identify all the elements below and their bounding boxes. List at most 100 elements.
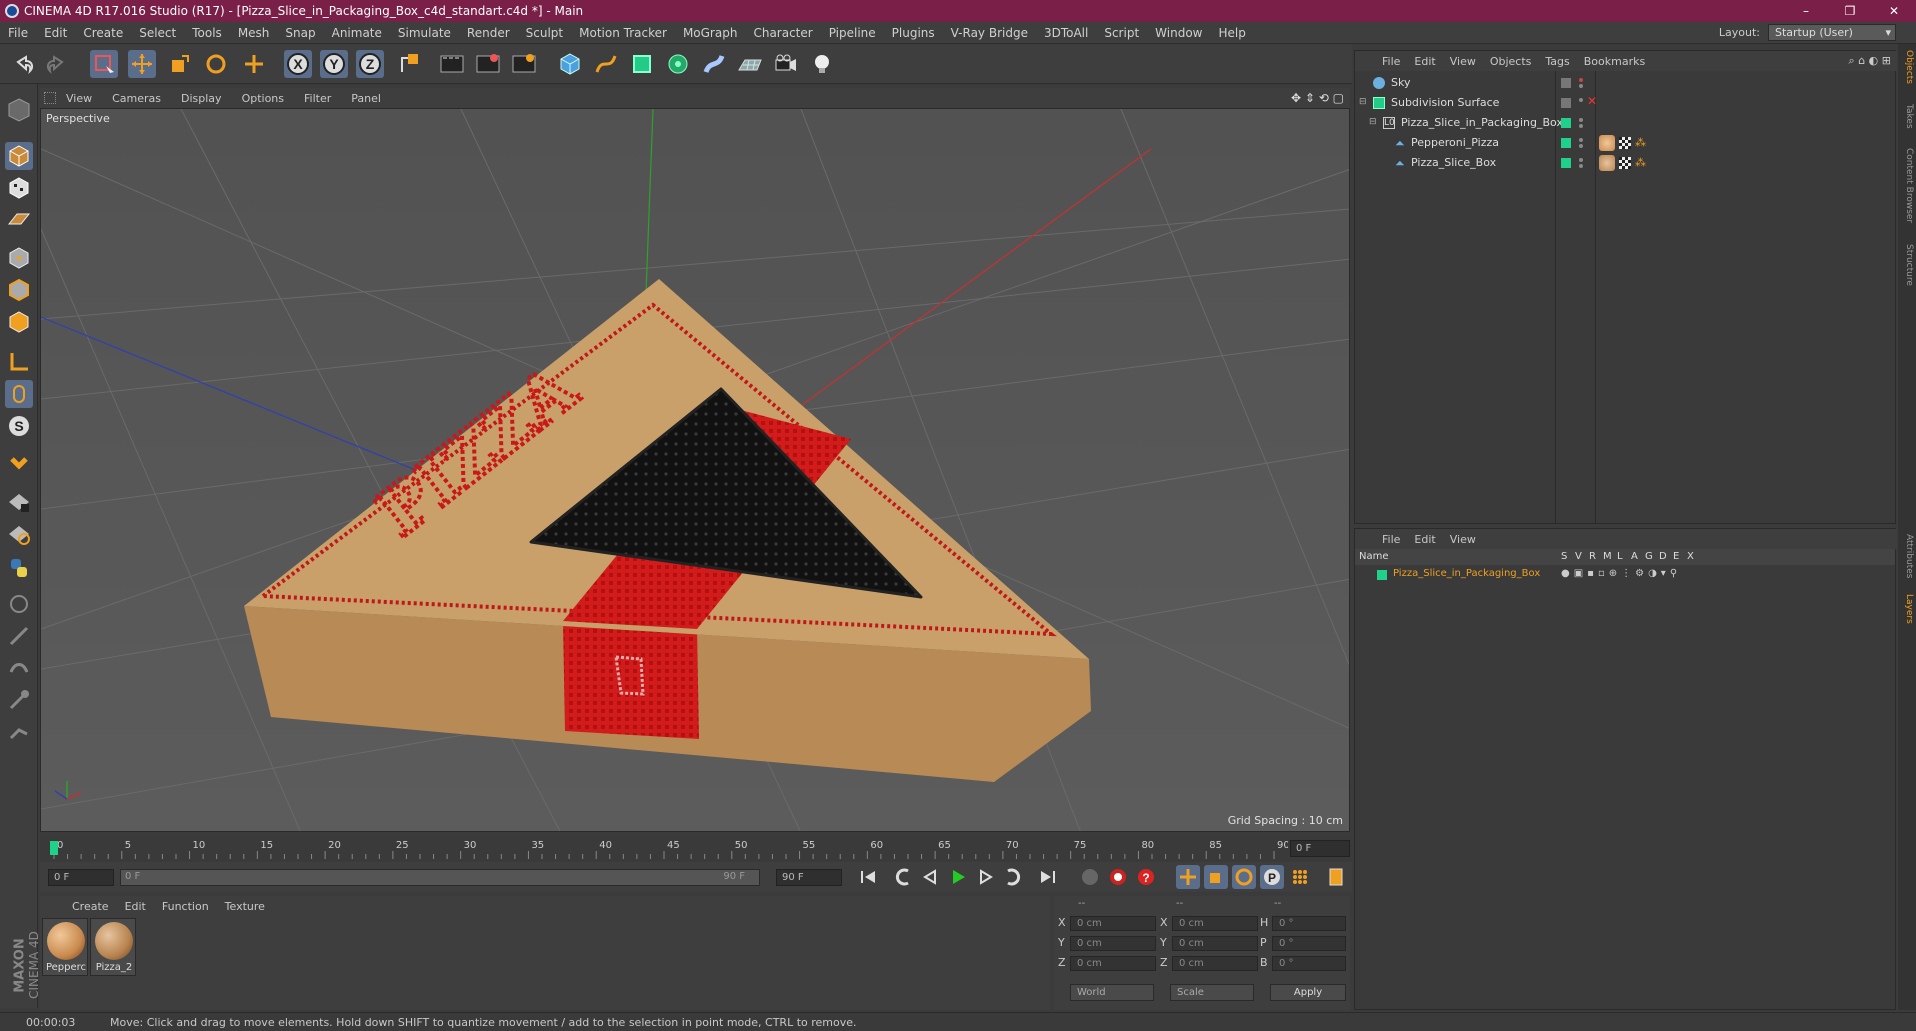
y-axis-icon[interactable]: Y [320, 50, 348, 78]
viewport-menu-cameras[interactable]: Cameras [102, 92, 171, 105]
layer-menu-file[interactable]: File [1375, 533, 1407, 546]
scale-icon[interactable] [166, 50, 194, 78]
world-coord-icon[interactable] [396, 50, 424, 78]
timeline-ruler[interactable]: 0 5 10 15 20 25 30 35 40 45 50 55 60 65 70 75 80 85 90 0 F [40, 835, 1352, 861]
render-view-icon[interactable] [438, 50, 466, 78]
live-selection-icon[interactable] [90, 50, 118, 78]
prev-frame-icon[interactable] [918, 865, 942, 889]
range-slider[interactable]: 0 F 90 F [120, 869, 760, 886]
perspective-viewport[interactable]: PIZZA Perspective Grid Spacing : 10 cm [40, 108, 1350, 832]
layer-toggle-icons[interactable]: ●▣▪▫⊕⋮⚙◑▾⚲ [1561, 568, 1681, 579]
coord-pos-y-field[interactable]: 0 cm [1070, 936, 1156, 951]
goto-end-icon[interactable] [1036, 865, 1060, 889]
object-row-subdivision[interactable]: ⊟ Subdivision Surface ✕ [1355, 93, 1895, 113]
key-position-icon[interactable] [1176, 865, 1200, 889]
visibility-dot[interactable] [1579, 138, 1583, 142]
render-active-icon[interactable] [474, 50, 502, 78]
rotate-icon[interactable] [202, 50, 230, 78]
magnet-icon[interactable] [5, 452, 33, 480]
tab-takes[interactable]: Takes [1900, 104, 1914, 129]
object-row-sky[interactable]: Sky [1355, 73, 1895, 93]
collapse-icon[interactable]: ⊟ [1369, 117, 1377, 127]
tab-content-browser[interactable]: Content Browser [1900, 148, 1914, 223]
menu-mesh[interactable]: Mesh [230, 26, 278, 40]
tweak-mode-icon[interactable] [5, 380, 33, 408]
material-tag-icon[interactable] [1599, 135, 1615, 151]
object-row-pepperoni[interactable]: ⏶ Pepperoni_Pizza ⁂ [1355, 133, 1895, 153]
camera-icon[interactable] [772, 50, 800, 78]
menu-animate[interactable]: Animate [324, 26, 390, 40]
menu-vray-bridge[interactable]: V-Ray Bridge [943, 26, 1036, 40]
lock-workplane-icon[interactable] [5, 520, 33, 548]
layer-color-icon[interactable] [1377, 570, 1387, 580]
coord-rot-b-field[interactable]: 0 ° [1272, 956, 1346, 971]
coord-size-z-field[interactable]: 0 cm [1172, 956, 1258, 971]
coord-world-dropdown[interactable]: World [1070, 984, 1154, 1001]
layer-icon[interactable] [1561, 78, 1571, 88]
layer-menu-view[interactable]: View [1443, 533, 1483, 546]
layer-color-icon[interactable] [1561, 118, 1571, 128]
pen-spline-icon[interactable] [592, 50, 620, 78]
render-dot[interactable] [1579, 144, 1583, 148]
play-icon[interactable] [946, 865, 970, 889]
viewport-menu-filter[interactable]: Filter [294, 92, 341, 105]
z-axis-icon[interactable]: Z [356, 50, 384, 78]
layer-icon[interactable] [1561, 98, 1571, 108]
material-menu-function[interactable]: Function [154, 900, 217, 913]
sculpt-brush-icon[interactable] [5, 590, 33, 618]
goto-start-icon[interactable] [856, 865, 880, 889]
menu-select[interactable]: Select [131, 26, 184, 40]
bridge-icon[interactable] [5, 654, 33, 682]
material-menu-create[interactable]: Create [64, 900, 117, 913]
layer-row[interactable]: Pizza_Slice_in_Packaging_Box ●▣▪▫⊕⋮⚙◑▾⚲ [1355, 567, 1895, 583]
prev-key-icon[interactable] [892, 865, 916, 889]
coord-apply-button[interactable]: Apply [1270, 984, 1346, 1001]
current-frame-field[interactable]: 0 F [1290, 840, 1350, 857]
coord-rot-h-field[interactable]: 0 ° [1272, 916, 1346, 931]
object-menu-view[interactable]: View [1443, 55, 1483, 68]
coord-size-x-field[interactable]: 0 cm [1172, 916, 1258, 931]
x-axis-icon[interactable]: X [284, 50, 312, 78]
python-icon[interactable] [5, 554, 33, 582]
key-scale-icon[interactable] [1204, 865, 1228, 889]
menu-render[interactable]: Render [459, 26, 518, 40]
brush-icon[interactable] [5, 686, 33, 714]
collapse-icon[interactable]: ⊟ [1359, 97, 1367, 107]
object-menu-objects[interactable]: Objects [1483, 55, 1539, 68]
visibility-dot[interactable] [1579, 78, 1583, 82]
menu-simulate[interactable]: Simulate [390, 26, 459, 40]
object-menu-tags[interactable]: Tags [1538, 55, 1576, 68]
next-frame-icon[interactable] [974, 865, 998, 889]
menu-script[interactable]: Script [1096, 26, 1147, 40]
tab-attributes[interactable]: Attributes [1900, 534, 1914, 578]
material-swatch[interactable]: Pepperc [42, 918, 88, 976]
redo-icon[interactable] [42, 50, 70, 78]
menu-create[interactable]: Create [75, 26, 131, 40]
layer-menu-edit[interactable]: Edit [1407, 533, 1442, 546]
floor-icon[interactable] [736, 50, 764, 78]
next-key-icon[interactable] [1000, 865, 1024, 889]
uvw-tag-icon[interactable] [1619, 137, 1631, 149]
key-pla-icon[interactable] [1288, 865, 1312, 889]
polygons-mode-icon[interactable] [5, 308, 33, 336]
key-rotation-icon[interactable] [1232, 865, 1256, 889]
make-editable-icon[interactable] [5, 96, 33, 124]
render-settings-icon[interactable] [510, 50, 538, 78]
coord-size-y-field[interactable]: 0 cm [1172, 936, 1258, 951]
edges-mode-icon[interactable] [5, 276, 33, 304]
move-icon[interactable] [128, 50, 156, 78]
enable-axis-icon[interactable] [5, 488, 33, 516]
visibility-dot[interactable] [1579, 118, 1583, 122]
menu-pipeline[interactable]: Pipeline [821, 26, 884, 40]
visibility-dot[interactable] [1579, 98, 1583, 102]
workplane-icon[interactable] [5, 206, 33, 234]
key-parameter-icon[interactable]: P [1260, 865, 1284, 889]
viewport-menu-panel[interactable]: Panel [341, 92, 391, 105]
model-mode-icon[interactable] [5, 142, 33, 170]
object-menu-edit[interactable]: Edit [1407, 55, 1442, 68]
coord-pos-z-field[interactable]: 0 cm [1070, 956, 1156, 971]
coord-rot-p-field[interactable]: 0 ° [1272, 936, 1346, 951]
key-help-icon[interactable]: ? [1134, 865, 1158, 889]
menu-help[interactable]: Help [1210, 26, 1253, 40]
end-frame-field[interactable]: 90 F [776, 869, 842, 886]
